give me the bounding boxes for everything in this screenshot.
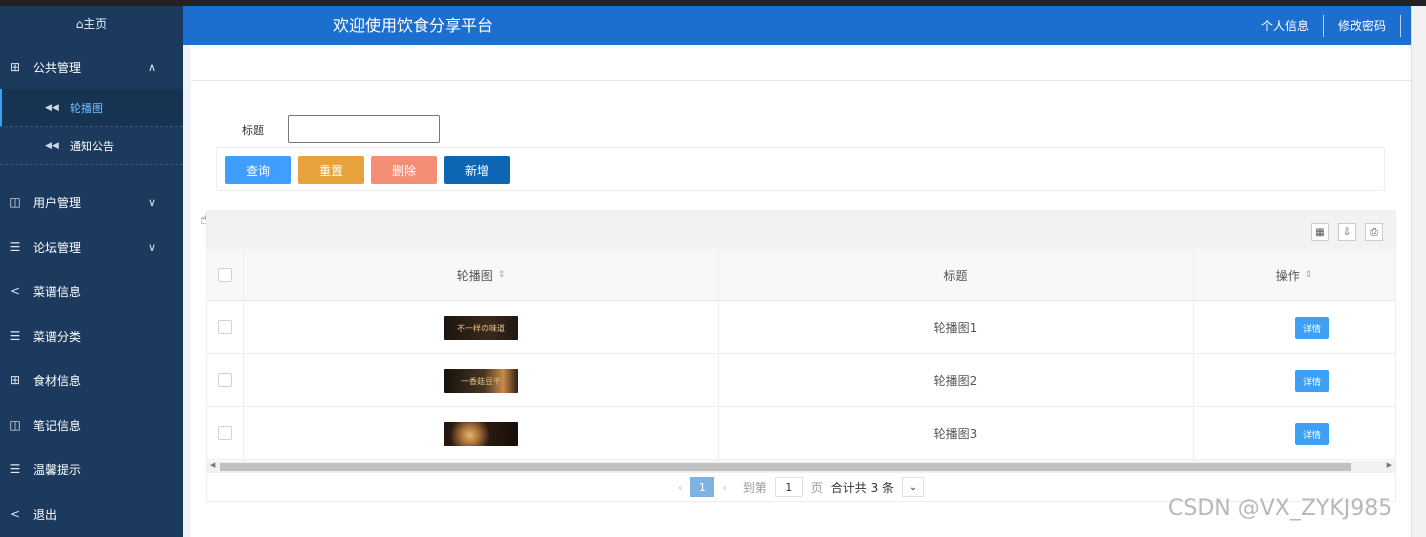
- column-header-label: 操作: [1275, 268, 1300, 283]
- sidebar-item-label: 退出: [33, 507, 58, 522]
- add-button[interactable]: 新增: [444, 156, 510, 184]
- reset-button[interactable]: 重置: [298, 156, 364, 184]
- detail-button[interactable]: 详情: [1295, 317, 1329, 339]
- sidebar-home[interactable]: ⌂主页: [0, 6, 183, 40]
- content-left-gutter: [183, 45, 191, 537]
- vertical-scrollbar[interactable]: [1411, 6, 1426, 537]
- sidebar-item-users[interactable]: ◫ 用户管理 ∨: [0, 182, 183, 222]
- columns-filter-icon[interactable]: ▦: [1311, 223, 1329, 241]
- row-checkbox[interactable]: [218, 373, 232, 387]
- horizontal-scrollbar[interactable]: ◀ ▶: [207, 461, 1395, 473]
- detail-button[interactable]: 详情: [1295, 370, 1329, 392]
- sidebar-item-ingredients[interactable]: ⊞ 食材信息: [0, 360, 183, 400]
- delete-button[interactable]: 删除: [371, 156, 437, 184]
- book-icon: ◫: [9, 418, 21, 432]
- sort-icon: ⇕: [1304, 270, 1313, 280]
- top-header: 欢迎使用饮食分享平台 个人信息 修改密码: [183, 6, 1411, 45]
- sidebar: ⌂主页 ⊞ 公共管理 ∧ ◀◀ 轮播图 ◀◀ 通知公告 ◫ 用户管理 ∨ ☰ 论…: [0, 6, 183, 537]
- table-toolbar: ▦ ⇩ ⎙: [207, 211, 1395, 249]
- query-button[interactable]: 查询: [225, 156, 291, 184]
- share-icon: <: [9, 507, 21, 521]
- scroll-right-arrow-icon[interactable]: ▶: [1387, 461, 1392, 469]
- thumbnail-caption: 不一样の味道: [457, 323, 505, 333]
- sidebar-subitem-notice[interactable]: ◀◀ 通知公告: [0, 127, 183, 165]
- detail-button[interactable]: 详情: [1295, 423, 1329, 445]
- sidebar-subitem-carousel[interactable]: ◀◀ 轮播图: [0, 89, 183, 127]
- book-icon: ◫: [9, 195, 21, 209]
- page-size-select[interactable]: ⌄: [902, 477, 925, 497]
- sidebar-item-label: 温馨提示: [33, 462, 82, 477]
- sidebar-item-tips[interactable]: ☰ 温馨提示: [0, 449, 183, 489]
- search-title-input[interactable]: [288, 115, 440, 143]
- sidebar-home-label: ⌂主页: [75, 16, 108, 31]
- header-links: 个人信息 修改密码: [1247, 6, 1401, 45]
- page-unit-label: 页: [810, 480, 823, 495]
- column-header-title: 标题: [718, 249, 1193, 301]
- sidebar-subitem-label: 通知公告: [70, 139, 114, 153]
- carousel-thumbnail: [444, 422, 518, 446]
- row-checkbox[interactable]: [218, 320, 232, 334]
- share-icon: <: [9, 284, 21, 298]
- list-icon: ☰: [9, 462, 21, 476]
- prev-page-icon[interactable]: ‹: [678, 481, 682, 494]
- chevron-down-icon: ∨: [148, 195, 157, 209]
- column-header-label: 轮播图: [456, 268, 493, 283]
- scroll-thumb[interactable]: [220, 463, 1351, 471]
- chevron-up-icon: ∧: [148, 60, 157, 74]
- chevron-down-icon: ⌄: [908, 481, 918, 493]
- column-header-image[interactable]: 轮播图 ⇕: [244, 249, 718, 301]
- profile-link[interactable]: 个人信息: [1247, 14, 1324, 37]
- chevron-down-icon: ∨: [148, 240, 157, 254]
- current-page-button[interactable]: 1: [690, 477, 715, 497]
- sidebar-item-recipe-categories[interactable]: ☰ 菜谱分类: [0, 316, 183, 356]
- thumbnail-caption: 一香菇豆干: [461, 376, 501, 386]
- column-header-label: 标题: [943, 268, 968, 283]
- carousel-thumbnail: 一香菇豆干: [444, 369, 518, 393]
- rewind-icon: ◀◀: [45, 102, 59, 113]
- list-icon: ☰: [9, 329, 21, 343]
- sort-icon: ⇕: [497, 270, 506, 280]
- page-title: 欢迎使用饮食分享平台: [333, 16, 494, 35]
- sidebar-item-label: 用户管理: [33, 195, 82, 210]
- next-page-icon[interactable]: ›: [722, 481, 726, 494]
- sidebar-subitem-label: 轮播图: [70, 101, 103, 115]
- sidebar-item-notes[interactable]: ◫ 笔记信息: [0, 405, 183, 445]
- row-title: 轮播图1: [933, 321, 978, 335]
- export-icon[interactable]: ⇩: [1338, 223, 1356, 241]
- sidebar-item-public-management[interactable]: ⊞ 公共管理 ∧: [0, 47, 183, 87]
- sidebar-item-logout[interactable]: < 退出: [0, 494, 183, 534]
- sidebar-item-label: 公共管理: [33, 60, 82, 75]
- rewind-icon: ◀◀: [45, 140, 59, 151]
- row-checkbox[interactable]: [218, 426, 232, 440]
- sidebar-item-label: 食材信息: [33, 373, 82, 388]
- total-count: 合计共 3 条: [830, 480, 895, 495]
- sidebar-item-label: 论坛管理: [33, 240, 82, 255]
- carousel-thumbnail: 不一样の味道: [444, 316, 518, 340]
- data-table: ▦ ⇩ ⎙ 轮播图 ⇕ 标题 操作 ⇕ 不一样の味道 轮播图1 详情 一香菇豆干 轮…: [206, 210, 1396, 502]
- grid-icon: ⊞: [9, 373, 21, 387]
- tabs-bar: [191, 45, 1411, 81]
- list-icon: ☰: [9, 240, 21, 254]
- goto-label: 到第: [742, 480, 767, 495]
- column-header-actions[interactable]: 操作 ⇕: [1193, 249, 1395, 301]
- watermark: CSDN @VX_ZYKJ985: [1168, 496, 1393, 521]
- row-title: 轮播图3: [933, 427, 978, 441]
- print-icon[interactable]: ⎙: [1365, 223, 1383, 241]
- sidebar-item-recipes[interactable]: < 菜谱信息: [0, 271, 183, 311]
- sidebar-item-label: 笔记信息: [33, 418, 82, 433]
- sidebar-item-label: 菜谱信息: [33, 284, 82, 299]
- goto-page-input[interactable]: 1: [774, 477, 803, 497]
- sidebar-item-label: 菜谱分类: [33, 329, 82, 344]
- grid-icon: ⊞: [9, 60, 21, 74]
- search-title-label: 标题: [242, 124, 264, 137]
- sidebar-item-forum[interactable]: ☰ 论坛管理 ∨: [0, 227, 183, 267]
- select-all-checkbox[interactable]: [218, 268, 232, 282]
- scroll-left-arrow-icon[interactable]: ◀: [210, 461, 215, 469]
- change-password-link[interactable]: 修改密码: [1324, 14, 1401, 37]
- row-title: 轮播图2: [933, 374, 978, 388]
